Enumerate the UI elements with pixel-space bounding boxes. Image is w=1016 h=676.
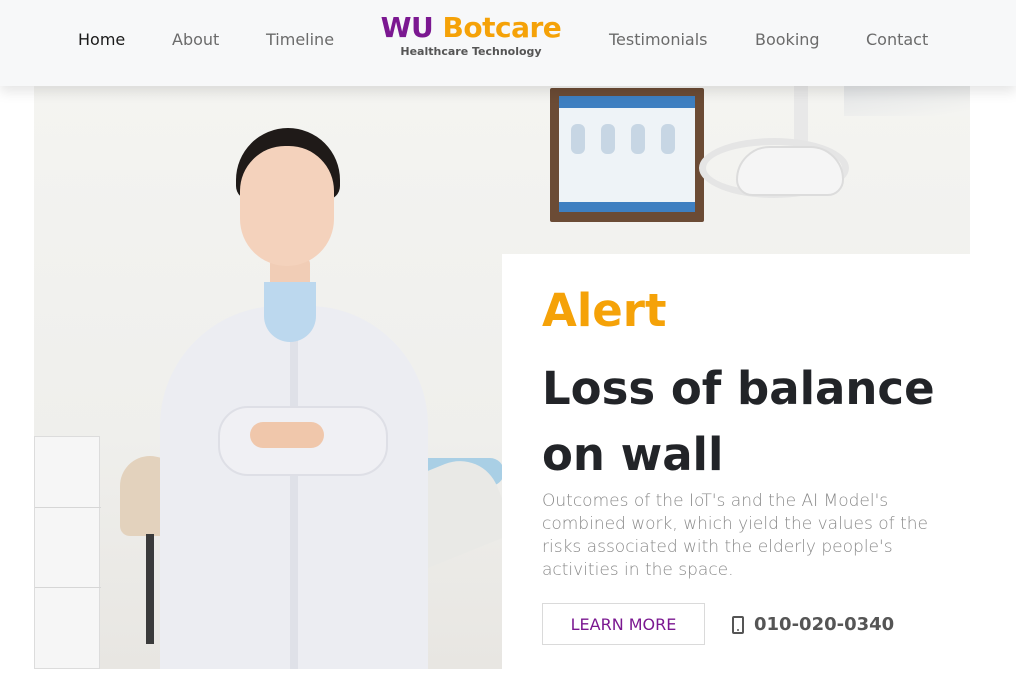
- brand-title-wu: WU: [380, 11, 434, 44]
- top-navbar: Home About Timeline WU Botcare Healthcar…: [0, 0, 1016, 86]
- dental-lamp: [736, 146, 844, 196]
- cabinet: [34, 436, 101, 669]
- doctor-figure: [160, 126, 430, 669]
- mobile-phone-icon: [732, 615, 744, 634]
- wall-chart: [550, 88, 704, 222]
- doctor-face: [240, 146, 334, 266]
- alert-headline: Loss of balance on wall: [542, 362, 935, 481]
- ceiling-panel: [844, 86, 970, 116]
- nav-contact[interactable]: Contact: [866, 30, 928, 49]
- learn-more-button[interactable]: LEARN MORE: [542, 603, 705, 645]
- nav-booking[interactable]: Booking: [755, 30, 820, 49]
- lamp-arm: [794, 86, 808, 146]
- alert-card: Alert Loss of balance on wall Outcomes o…: [502, 254, 970, 676]
- shirt-collar: [264, 282, 316, 342]
- phone-link[interactable]: 010-020-0340: [732, 614, 894, 635]
- alert-description: Outcomes of the IoT's and the AI Model's…: [542, 491, 928, 580]
- doctor-hand: [250, 422, 324, 448]
- brand-title-botcare: Botcare: [442, 11, 562, 44]
- nav-timeline[interactable]: Timeline: [266, 30, 334, 49]
- nav-home[interactable]: Home: [78, 30, 125, 49]
- alert-label: Alert: [542, 284, 667, 337]
- nav-testimonials[interactable]: Testimonials: [609, 30, 708, 49]
- nav-about[interactable]: About: [172, 30, 219, 49]
- stool-leg: [146, 534, 154, 644]
- phone-number: 010-020-0340: [754, 614, 895, 635]
- brand-logo[interactable]: WU Botcare Healthcare Technology: [380, 12, 562, 59]
- brand-title: WU Botcare: [380, 12, 562, 44]
- brand-subtitle: Healthcare Technology: [400, 45, 542, 58]
